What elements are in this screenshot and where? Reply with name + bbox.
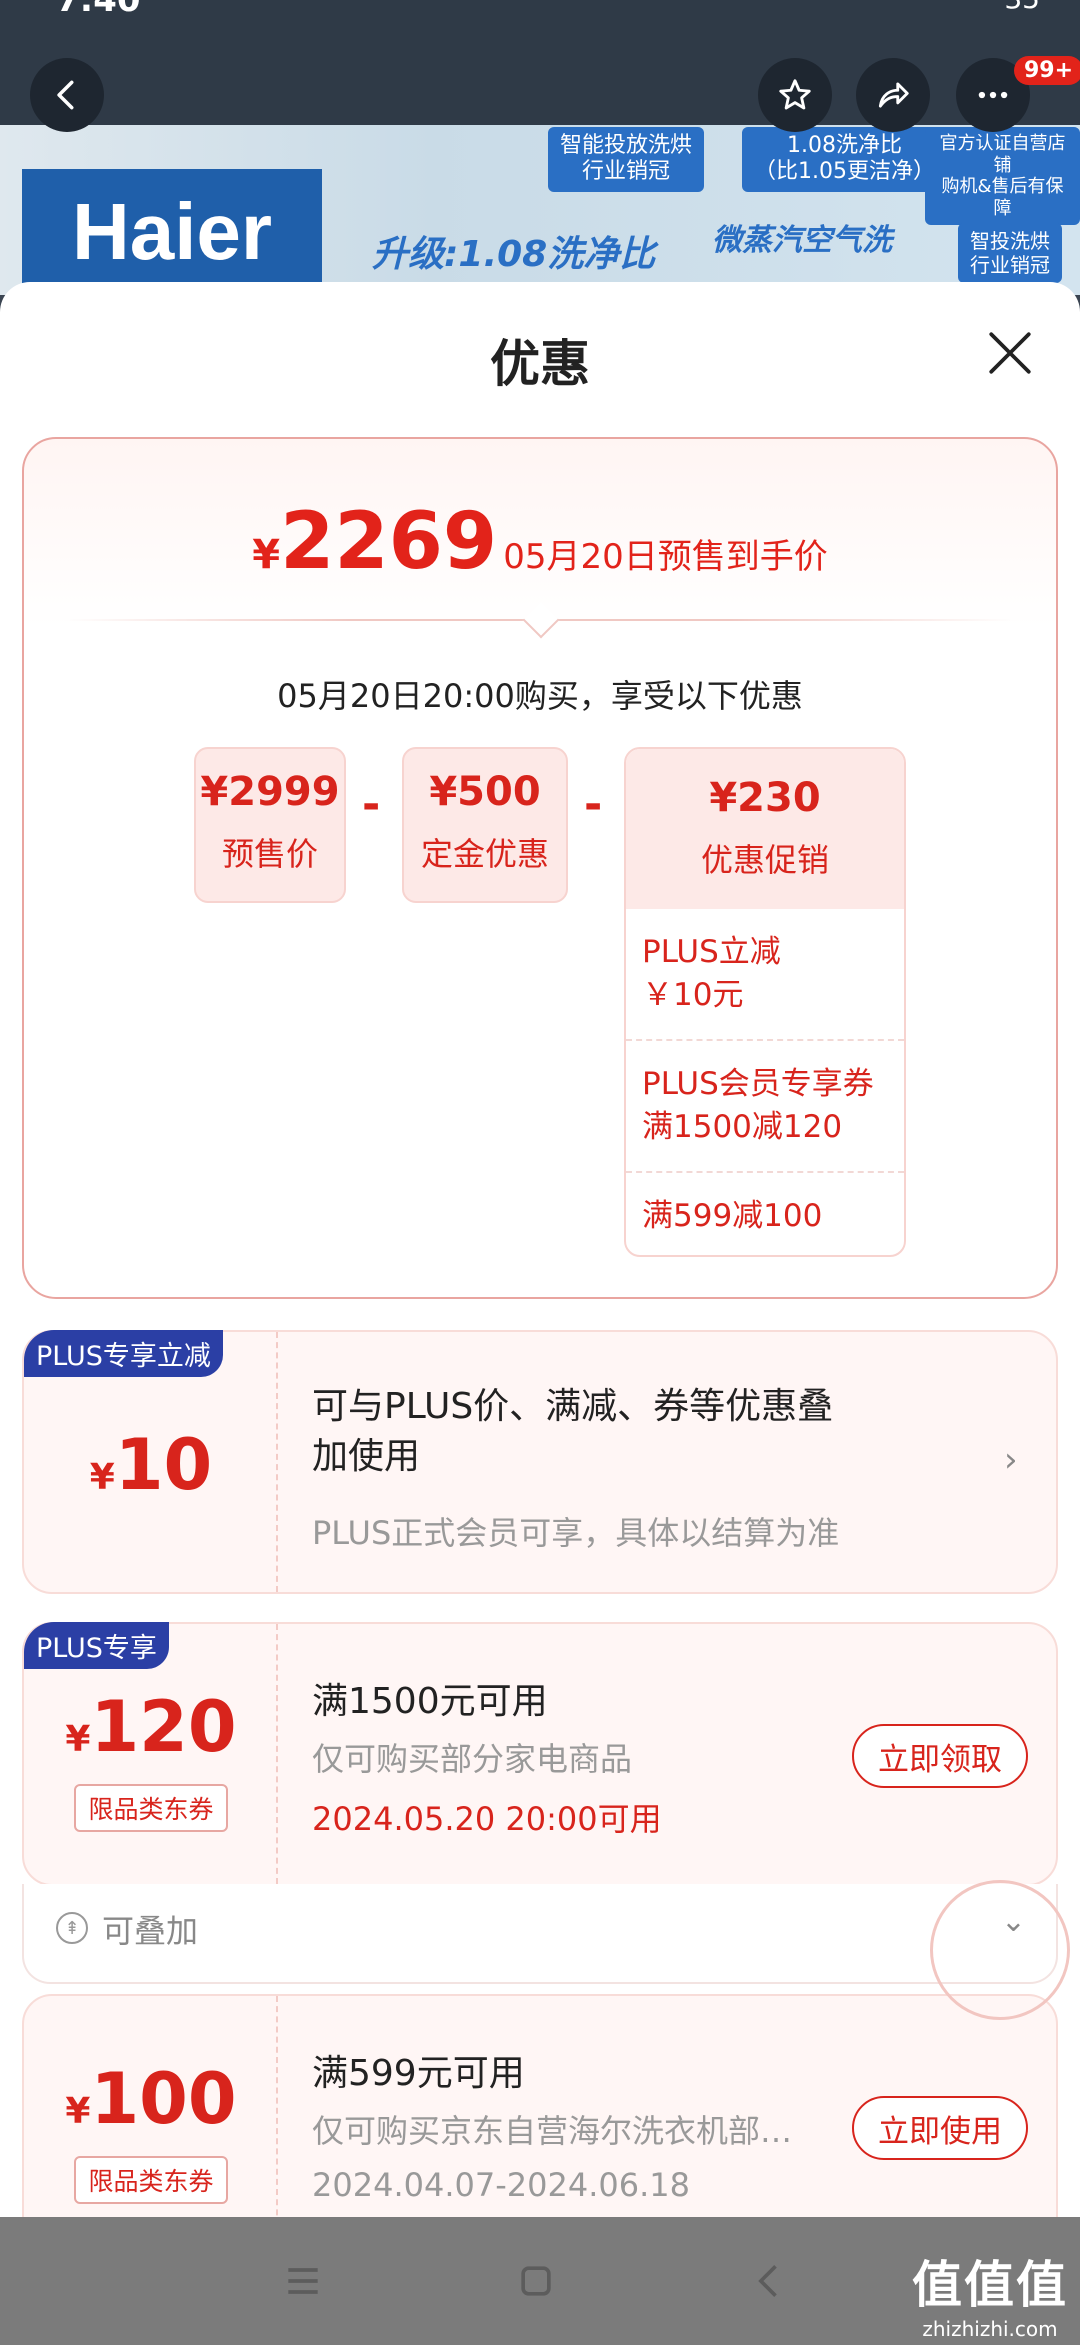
sheet-title: 优惠 [490, 335, 590, 393]
product-banner: Haier 智能投放洗烘 行业销冠 1.08洗净比 （比1.05更洁净） 官方认… [0, 125, 1080, 295]
coupon-plus-instant[interactable]: PLUS专享立减 ¥10 可与PLUS价、满减、券等优惠叠 加使用 PLUS正式… [22, 1330, 1058, 1594]
more-dots-icon [978, 91, 1008, 99]
coupon-date: 2024.04.07-2024.06.18 [312, 2166, 690, 2204]
stack-icon: ⇞ [56, 1912, 88, 1944]
price-summary-card: ¥2269 05月20日预售到手价 05月20日20:00购买，享受以下优惠 ¥2… [22, 437, 1058, 1299]
presale-value: ¥2999 [200, 769, 340, 815]
divider-notch [522, 601, 560, 639]
back-icon[interactable] [740, 2251, 800, 2311]
coupon-title: 可与PLUS价、满减、券等优惠叠 加使用 [312, 1386, 834, 1478]
menu-icon[interactable] [273, 2251, 333, 2311]
close-icon[interactable] [985, 328, 1035, 378]
coupon-category-tag: 限品类东券 [74, 1784, 228, 1832]
coupon-100: ¥100 限品类东券 满599元可用 仅可购买京东自营海尔洗衣机部… 2024.… [22, 1994, 1058, 2217]
favorite-button[interactable] [758, 58, 832, 132]
coupon-subtitle: 仅可购买京东自营海尔洗衣机部… [312, 2112, 793, 2150]
presale-label: 预售价 [221, 835, 318, 873]
watermark-text: 值值值 [912, 2256, 1068, 2314]
status-bar: 7:40 35 [0, 0, 1080, 20]
home-icon[interactable] [506, 2251, 566, 2311]
coupon-title: 满1500元可用 [312, 1681, 548, 1722]
minus-sign: - [584, 779, 603, 830]
chevron-left-icon [57, 80, 74, 110]
promo-value: ¥230 [709, 775, 821, 821]
coupon-amount: ¥120 [24, 1686, 278, 1768]
coupon-tag: PLUS专享 [24, 1622, 169, 1669]
promo-breakdown: ¥230 优惠促销 PLUS立减 ￥10元 PLUS会员专享券 满1500减12… [624, 747, 906, 1257]
share-button[interactable] [856, 58, 930, 132]
currency-symbol: ¥ [89, 1457, 115, 1498]
star-icon [779, 79, 811, 110]
watermark-url: zhizhizhi.com [922, 2317, 1058, 2341]
use-coupon-button[interactable]: 立即使用 [852, 2096, 1028, 2160]
currency-symbol: ¥ [65, 1719, 91, 1760]
currency-symbol: ¥ [252, 532, 281, 578]
coupon-amount-value: 10 [114, 1424, 213, 1506]
coupon-amount-value: 120 [90, 1686, 237, 1768]
final-price-desc: 05月20日预售到手价 [503, 537, 828, 577]
promo-item: 满599减100 [642, 1198, 823, 1234]
promo-item: PLUS会员专享券 满1500减120 [626, 1041, 904, 1173]
buy-info: 05月20日20:00购买，享受以下优惠 [277, 677, 803, 715]
banner-tag: 智投洗烘 行业销冠 [958, 223, 1062, 283]
promo-label: 优惠促销 [700, 841, 829, 879]
claim-coupon-button[interactable]: 立即领取 [852, 1724, 1028, 1788]
promo-item: PLUS立减 ￥10元 [626, 909, 904, 1041]
currency-symbol: ¥ [65, 2091, 91, 2132]
used-stamp [930, 1880, 1070, 2020]
stackable-row[interactable]: ⇞ 可叠加 ⌄ [22, 1884, 1058, 1984]
banner-tag: 智能投放洗烘 行业销冠 [548, 127, 705, 192]
coupon-title: 满599元可用 [312, 2053, 525, 2094]
back-button[interactable] [30, 58, 104, 132]
battery-indicator: 35 [1004, 0, 1040, 15]
promo-header: ¥230 优惠促销 [626, 749, 904, 909]
banner-slogan: 升级:1.08洗净比 [372, 234, 656, 275]
stackable-label: 可叠加 [102, 1912, 199, 1950]
message-count-badge: 99+ [1014, 56, 1080, 85]
system-nav-bar: 值值值 zhizhizhi.com [0, 2217, 1080, 2345]
final-price: ¥2269 05月20日预售到手价 [24, 497, 1056, 587]
deposit-label: 定金优惠 [420, 835, 549, 873]
banner-slogan: 微蒸汽空气洗 [712, 223, 892, 258]
coupon-amount-value: 100 [90, 2058, 237, 2140]
coupon-subtitle: 仅可购买部分家电商品 [312, 1740, 633, 1778]
coupon-subtitle: PLUS正式会员可享，具体以结算为准 [312, 1514, 840, 1552]
coupon-plus-120: PLUS专享 ¥120 限品类东券 满1500元可用 仅可购买部分家电商品 20… [22, 1622, 1058, 1886]
share-icon [878, 82, 909, 108]
coupon-amount: ¥10 [24, 1424, 278, 1506]
coupon-amount: ¥100 [24, 2058, 278, 2140]
chevron-right-icon[interactable]: › [1004, 1440, 1018, 1480]
brand-logo: Haier [22, 169, 322, 295]
watermark: 值值值 zhizhizhi.com [912, 2245, 1068, 2341]
deposit-discount-box: ¥500 定金优惠 [402, 747, 568, 903]
coupon-date: 2024.05.20 20:00可用 [312, 1800, 662, 1838]
banner-tag: 1.08洗净比 （比1.05更洁净） [742, 127, 947, 192]
minus-sign: - [362, 779, 381, 830]
coupon-category-tag: 限品类东券 [74, 2156, 228, 2204]
presale-price-box: ¥2999 预售价 [194, 747, 346, 903]
coupon-tag: PLUS专享立减 [24, 1330, 223, 1377]
banner-tag: 官方认证自营店铺 购机&售后有保障 [925, 127, 1080, 226]
discount-sheet: 优惠 ¥2269 05月20日预售到手价 05月20日20:00购买，享受以下优惠… [0, 282, 1080, 2217]
status-time: 7:40 [56, 0, 141, 20]
final-price-value: 2269 [280, 497, 498, 587]
deposit-value: ¥500 [429, 769, 541, 815]
